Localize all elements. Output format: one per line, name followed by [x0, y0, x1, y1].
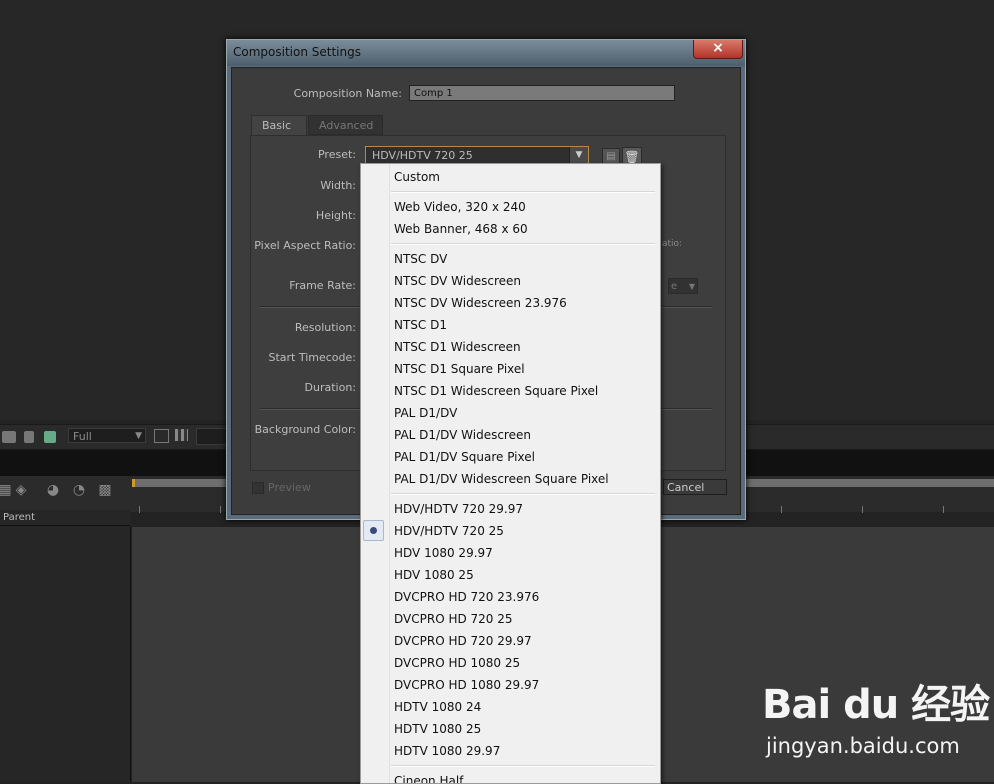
channel-icon[interactable]: [44, 431, 56, 443]
cancel-button[interactable]: Cancel: [663, 479, 727, 495]
preset-label: Preset:: [317, 148, 356, 161]
transparency-grid-icon[interactable]: [175, 429, 188, 441]
frame-rate-label: Frame Rate:: [289, 279, 356, 292]
chevron-down-icon: ▼: [135, 431, 142, 441]
chevron-down-icon: ▼: [688, 282, 695, 291]
preset-value: HDV/HDTV 720 25: [372, 149, 473, 162]
preview-label: Preview: [268, 481, 311, 494]
preset-menu-item[interactable]: NTSC DV: [394, 248, 447, 270]
preset-menu-item[interactable]: DVCPRO HD 1080 29.97: [394, 674, 539, 696]
preset-menu-item[interactable]: PAL D1/DV: [394, 402, 457, 424]
preset-menu-item[interactable]: HDTV 1080 25: [394, 718, 481, 740]
chevron-down-icon: ▼: [569, 147, 588, 164]
menu-gutter: [361, 164, 390, 783]
layer-panel: [0, 527, 131, 782]
ruler-tick: [862, 506, 863, 513]
menu-separator: [391, 765, 655, 767]
watermark-logo-text: Bai du 经验: [762, 682, 990, 728]
preset-menu-item[interactable]: HDTV 1080 29.97: [394, 740, 500, 762]
preset-menu-item[interactable]: Custom: [394, 166, 440, 188]
draft-3d-icon[interactable]: ◈: [12, 482, 30, 498]
resolution-label: Resolution:: [294, 321, 356, 334]
preset-menu-item[interactable]: HDV/HDTV 720 25: [394, 520, 504, 542]
preset-menu-item[interactable]: Web Banner, 468 x 60: [394, 218, 528, 240]
preset-menu-item[interactable]: DVCPRO HD 720 29.97: [394, 630, 532, 652]
tab-basic[interactable]: Basic: [251, 115, 307, 135]
composition-name-label: Composition Name:: [293, 87, 402, 100]
hide-shy-layers-icon[interactable]: ◕: [44, 482, 62, 498]
dialog-titlebar[interactable]: Composition Settings ×: [227, 40, 745, 66]
menu-separator: [391, 243, 655, 245]
preview-checkbox[interactable]: [252, 482, 264, 494]
preset-menu-item[interactable]: PAL D1/DV Widescreen Square Pixel: [394, 468, 609, 490]
background-color-label: Background Color:: [254, 423, 356, 436]
preset-menu-item[interactable]: HDV/HDTV 720 29.97: [394, 498, 523, 520]
preset-menu-item[interactable]: DVCPRO HD 1080 25: [394, 652, 520, 674]
camera-select[interactable]: [196, 428, 228, 445]
composition-name-input[interactable]: Comp 1: [409, 85, 675, 101]
preset-menu-item[interactable]: NTSC D1 Square Pixel: [394, 358, 525, 380]
preset-menu-item[interactable]: NTSC D1 Widescreen Square Pixel: [394, 380, 598, 402]
preset-menu-item[interactable]: NTSC D1 Widescreen: [394, 336, 521, 358]
preset-menu-item[interactable]: NTSC D1: [394, 314, 447, 336]
tab-advanced[interactable]: Advanced: [308, 115, 383, 135]
preset-menu-item[interactable]: PAL D1/DV Widescreen: [394, 424, 531, 446]
show-snapshot-icon[interactable]: [24, 431, 34, 443]
close-icon: ×: [712, 40, 724, 56]
preset-menu-item[interactable]: NTSC DV Widescreen 23.976: [394, 292, 567, 314]
radio-dot-icon: [370, 527, 377, 534]
preset-menu-item[interactable]: HDV 1080 29.97: [394, 542, 493, 564]
ruler-tick: [139, 506, 140, 513]
motion-blur-icon[interactable]: ▩: [96, 482, 114, 498]
region-of-interest-icon[interactable]: [154, 429, 169, 443]
frame-blending-icon[interactable]: ◔: [70, 482, 88, 498]
preset-dropdown-menu: Custom Web Video, 320 x 240 Web Banner, 46…: [360, 163, 661, 784]
snapshot-icon[interactable]: [2, 431, 16, 443]
preset-menu-item[interactable]: DVCPRO HD 720 23.976: [394, 586, 539, 608]
close-button[interactable]: ×: [693, 40, 743, 59]
ruler-tick: [943, 506, 944, 513]
frame-rate-mode-select[interactable]: e ▼: [668, 278, 698, 294]
height-label: Height:: [315, 209, 356, 222]
preset-menu-item[interactable]: HDV 1080 25: [394, 564, 474, 586]
dialog-title: Composition Settings: [233, 45, 361, 59]
menu-separator: [391, 191, 655, 193]
selected-indicator: [363, 520, 384, 541]
preset-menu-item[interactable]: Web Video, 320 x 240: [394, 196, 526, 218]
menu-separator: [391, 493, 655, 495]
resolution-select[interactable]: Full ▼: [68, 428, 146, 443]
pixel-aspect-ratio-label: Pixel Aspect Ratio:: [254, 239, 356, 252]
parent-column-header[interactable]: Parent: [0, 510, 130, 526]
preset-menu-item[interactable]: DVCPRO HD 720 25: [394, 608, 513, 630]
watermark-url: jingyan.baidu.com: [766, 734, 960, 758]
resolution-value: Full: [73, 430, 92, 443]
frame-rate-mode-value: e: [671, 281, 678, 292]
frame-aspect-ratio-label: atio:: [662, 239, 683, 249]
width-label: Width:: [320, 179, 356, 192]
start-timecode-label: Start Timecode:: [268, 351, 356, 364]
baidu-logo: Bai du 经验: [762, 672, 990, 730]
ruler-tick: [781, 506, 782, 513]
preset-menu-item[interactable]: NTSC DV Widescreen: [394, 270, 521, 292]
duration-label: Duration:: [304, 381, 356, 394]
ruler-tick: [220, 506, 221, 513]
preset-menu-item[interactable]: HDTV 1080 24: [394, 696, 481, 718]
preset-menu-item[interactable]: PAL D1/DV Square Pixel: [394, 446, 535, 468]
